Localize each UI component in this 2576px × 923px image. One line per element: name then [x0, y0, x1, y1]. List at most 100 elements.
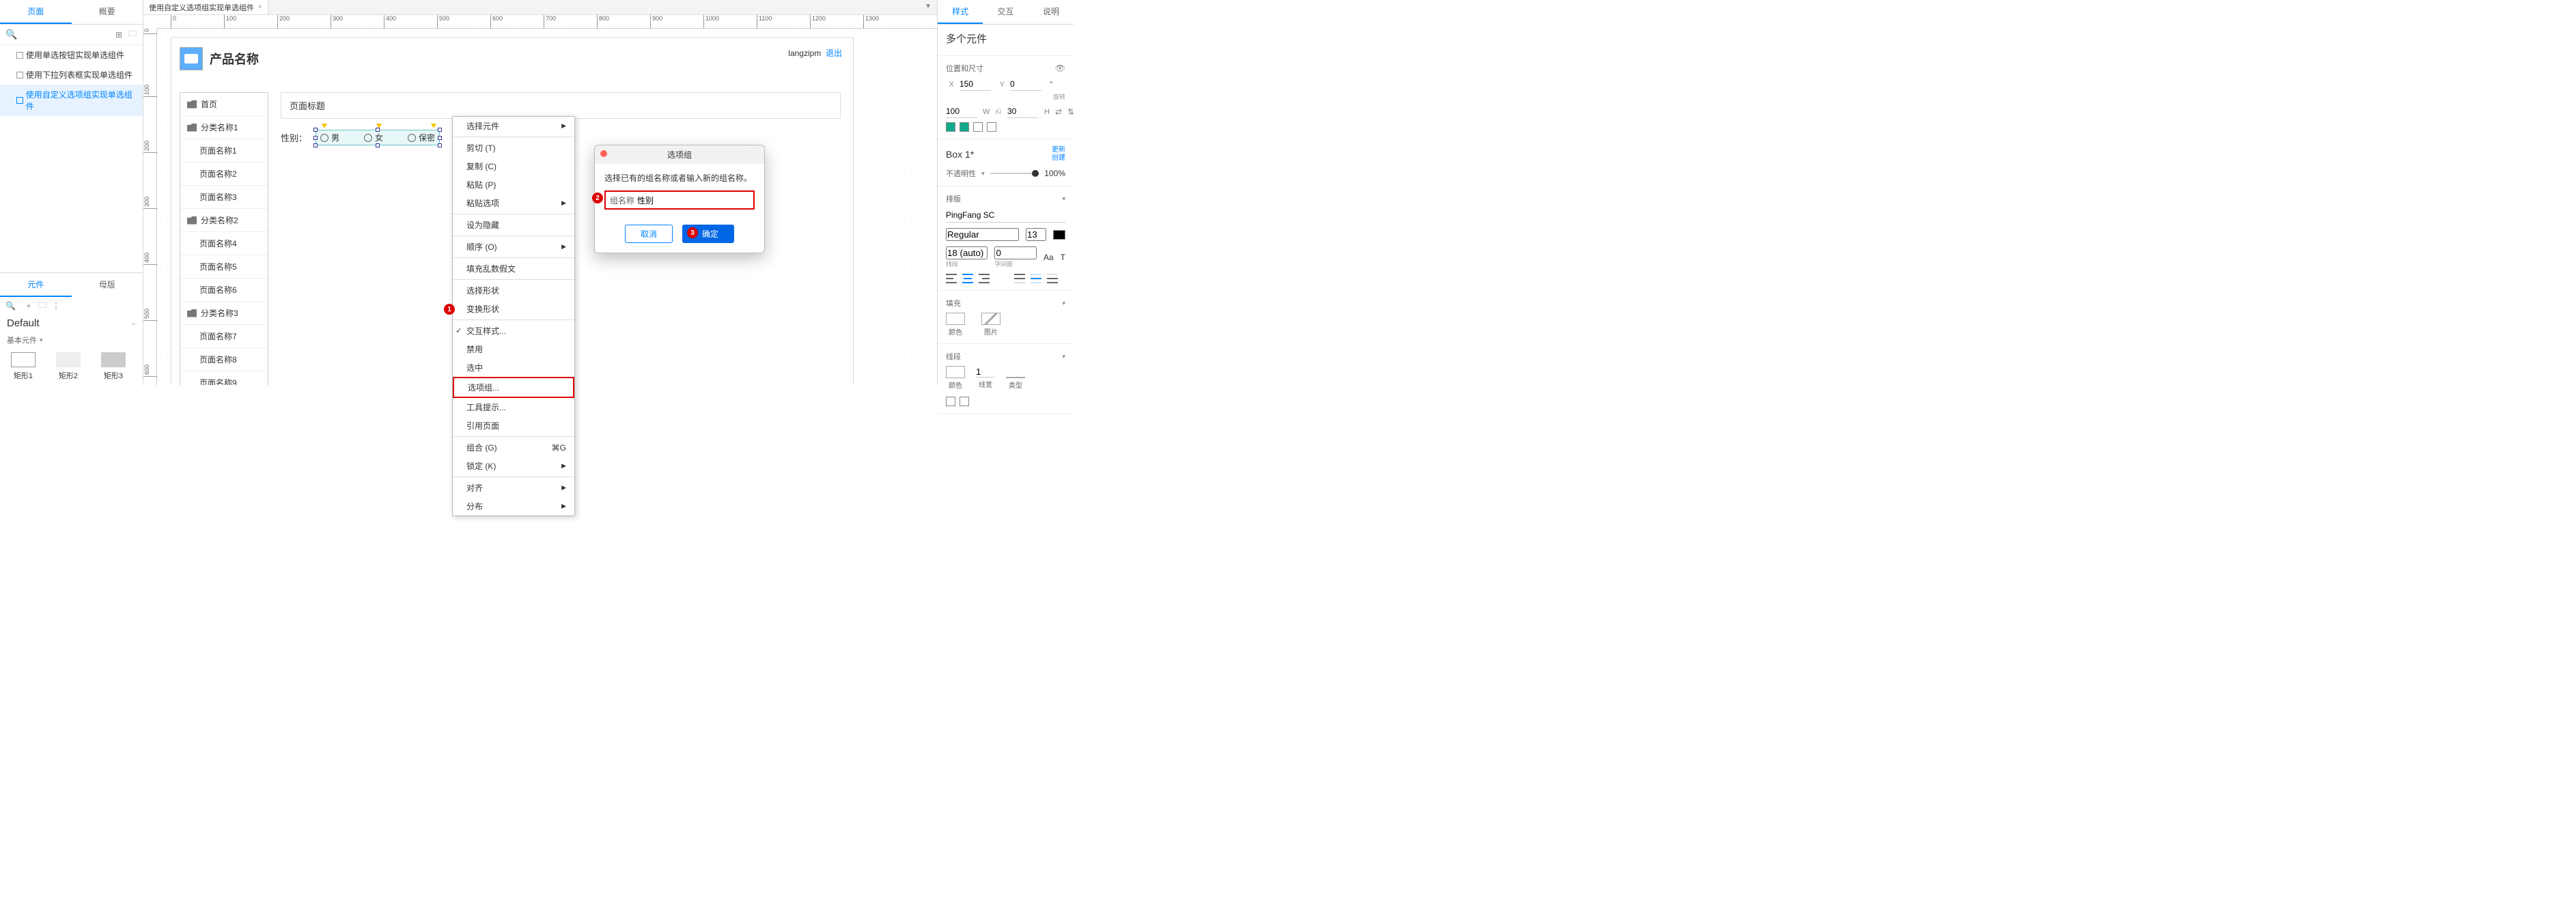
opacity-slider[interactable]	[990, 173, 1039, 174]
tab-widgets[interactable]: 元件	[0, 273, 72, 297]
vertical-ruler[interactable]: 0100200300400500600	[143, 29, 157, 385]
widget-rect3[interactable]: 矩形3	[101, 352, 126, 381]
sidebar-category[interactable]: 分类名称2	[180, 209, 268, 232]
update-style-link[interactable]: 更新	[1052, 146, 1065, 154]
h-input[interactable]	[1007, 105, 1039, 118]
valign-top-icon[interactable]	[1014, 274, 1025, 283]
radio-option[interactable]: 保密	[408, 132, 435, 143]
menu-copy[interactable]: 复制 (C)	[453, 157, 574, 175]
menu-interaction-style[interactable]: 交互样式...	[453, 322, 574, 340]
font-size-input[interactable]	[1026, 228, 1046, 241]
tab-style[interactable]: 样式	[938, 0, 983, 24]
tab-menu-icon[interactable]: ▼	[919, 0, 937, 14]
align-icon[interactable]	[987, 122, 996, 132]
search-icon[interactable]: 🔍	[5, 301, 16, 311]
y-input[interactable]	[1010, 78, 1041, 91]
widget-rect2[interactable]: 矩形2	[56, 352, 81, 381]
flip-v-icon[interactable]: ⇅	[1067, 107, 1074, 117]
more-icon[interactable]: ⋮	[51, 301, 61, 311]
sidebar-category[interactable]: 分类名称1	[180, 116, 268, 139]
sidebar-sub-item[interactable]: 页面名称4	[180, 232, 268, 255]
folder-icon[interactable]: 🗀	[128, 30, 137, 40]
aa-icon[interactable]: Aa	[1044, 253, 1054, 262]
align-left-icon[interactable]	[946, 274, 957, 283]
char-spacing-input[interactable]	[994, 246, 1036, 259]
valign-middle-icon[interactable]	[1031, 274, 1041, 283]
menu-lock[interactable]: 锁定 (K)	[453, 457, 574, 475]
sidebar-sub-item[interactable]: 页面名称3	[180, 186, 268, 209]
menu-disable[interactable]: 禁用	[453, 340, 574, 358]
tab-notes[interactable]: 说明	[1028, 0, 1074, 24]
radio-option[interactable]: 女	[364, 132, 383, 143]
sidebar-sub-item[interactable]: 页面名称5	[180, 255, 268, 279]
close-dot-icon[interactable]	[600, 150, 607, 157]
tab-outline[interactable]: 概要	[72, 0, 143, 24]
tab-pages[interactable]: 页面	[0, 0, 72, 24]
create-style-link[interactable]: 创建	[1052, 154, 1065, 162]
menu-group[interactable]: 组合 (G)⌘G	[453, 438, 574, 457]
flip-h-icon[interactable]: ⇄	[1055, 107, 1062, 117]
menu-change-shape[interactable]: 变换形状	[453, 300, 574, 318]
align-center-icon[interactable]	[962, 274, 973, 283]
menu-ref-page[interactable]: 引用页面	[453, 416, 574, 435]
sidebar-sub-item[interactable]: 页面名称1	[180, 139, 268, 162]
corner-icon[interactable]	[946, 397, 955, 406]
align-icon[interactable]	[960, 122, 969, 132]
menu-distribute[interactable]: 分布	[453, 497, 574, 515]
library-select[interactable]: Default⌄	[0, 315, 143, 332]
page-item-active[interactable]: 使用自定义选项组实现单选组件	[0, 85, 143, 116]
lock-aspect-icon[interactable]: ⎌	[995, 107, 1002, 117]
fill-image-swatch[interactable]	[981, 313, 1000, 325]
stroke-type-swatch[interactable]	[1006, 366, 1025, 378]
valign-bottom-icon[interactable]	[1047, 274, 1058, 283]
menu-cut[interactable]: 剪切 (T)	[453, 139, 574, 157]
ok-button[interactable]: 3 确定	[682, 225, 734, 243]
tab-interact[interactable]: 交互	[983, 0, 1028, 24]
menu-tooltip[interactable]: 工具提示...	[453, 398, 574, 416]
menu-order[interactable]: 顺序 (O)	[453, 238, 574, 256]
page-item[interactable]: 使用下拉列表框实现单选组件	[0, 65, 143, 85]
menu-hide[interactable]: 设为隐藏	[453, 216, 574, 234]
corner-icon[interactable]	[960, 397, 969, 406]
add-page-icon[interactable]: ⊞	[114, 30, 124, 40]
stroke-color-swatch[interactable]	[946, 366, 965, 378]
sidebar-sub-item[interactable]: 页面名称6	[180, 279, 268, 302]
align-right-icon[interactable]	[979, 274, 990, 283]
menu-selected[interactable]: 选中	[453, 358, 574, 377]
close-tab-icon[interactable]: ×	[258, 3, 262, 11]
sidebar-category[interactable]: 首页	[180, 93, 268, 116]
menu-paste[interactable]: 粘贴 (P)	[453, 175, 574, 194]
sidebar-sub-item[interactable]: 页面名称9	[180, 371, 268, 385]
search-icon[interactable]: 🔍	[5, 29, 17, 40]
menu-option-group[interactable]: 选项组...	[453, 377, 574, 398]
font-color-swatch[interactable]	[1053, 230, 1065, 240]
file-tab[interactable]: 使用自定义选项组实现单选组件 ×	[143, 0, 268, 14]
menu-align[interactable]: 对齐	[453, 479, 574, 497]
radio-option[interactable]: 男	[320, 132, 339, 143]
library-icon[interactable]: 🗀	[38, 301, 47, 311]
group-name-input[interactable]	[607, 193, 752, 207]
align-icon[interactable]	[946, 122, 955, 132]
horizontal-ruler[interactable]: 0100200300400500600700800900100011001200…	[157, 15, 937, 29]
line-height-input[interactable]	[946, 246, 988, 259]
font-weight-input[interactable]	[946, 228, 1019, 241]
sidebar-sub-item[interactable]: 页面名称2	[180, 162, 268, 186]
text-options-icon[interactable]: T	[1061, 253, 1065, 262]
sidebar-sub-item[interactable]: 页面名称7	[180, 325, 268, 348]
add-icon[interactable]: +	[24, 301, 33, 311]
radio-group-selection[interactable]: 男 女 保密	[316, 130, 440, 145]
menu-paste-options[interactable]: 粘贴选项	[453, 194, 574, 212]
sidebar-category[interactable]: 分类名称3	[180, 302, 268, 325]
align-icon[interactable]	[973, 122, 983, 132]
widget-group-label[interactable]: 基本元件▾	[0, 332, 143, 348]
menu-select-shape[interactable]: 选择形状	[453, 281, 574, 300]
tab-masters[interactable]: 母版	[72, 273, 143, 297]
visibility-icon[interactable]: 👁	[1055, 63, 1065, 73]
logout-link[interactable]: 退出	[826, 48, 842, 58]
page-item[interactable]: 使用单选按钮实现单选组件	[0, 45, 143, 65]
fill-color-swatch[interactable]	[946, 313, 965, 325]
menu-lorem[interactable]: 填充乱数假文	[453, 259, 574, 278]
font-family-input[interactable]	[946, 208, 1065, 223]
w-input[interactable]	[946, 105, 977, 118]
sidebar-sub-item[interactable]: 页面名称8	[180, 348, 268, 371]
